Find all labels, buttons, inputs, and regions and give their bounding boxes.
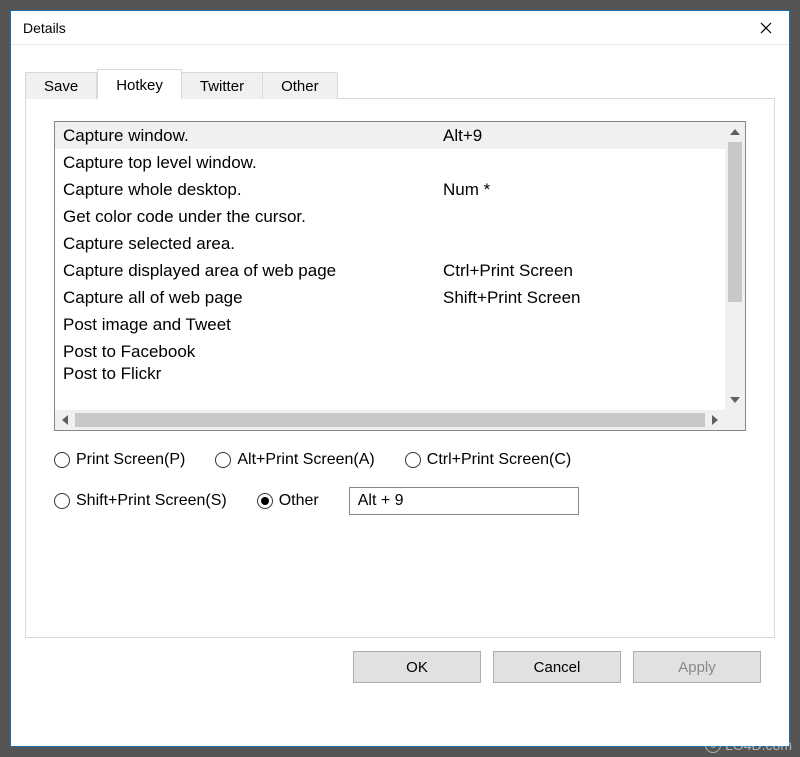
cancel-button[interactable]: Cancel (493, 651, 621, 683)
hotkey-radio-row1: Print Screen(P) Alt+Print Screen(A) Ctrl… (54, 451, 746, 469)
list-item[interactable]: Capture whole desktop. Num * (55, 176, 725, 203)
list-item[interactable]: Capture selected area. (55, 230, 725, 257)
list-item[interactable]: Post to Facebook (55, 338, 725, 365)
scroll-thumb[interactable] (728, 142, 742, 302)
scroll-down-icon[interactable] (725, 390, 745, 410)
radio-icon (257, 493, 273, 509)
close-button[interactable] (743, 11, 789, 44)
apply-button[interactable]: Apply (633, 651, 761, 683)
dialog-content: Save Hotkey Twitter Other Capture window… (11, 45, 789, 697)
scroll-thumb[interactable] (75, 413, 705, 427)
radio-icon (215, 452, 231, 468)
hotkey-input[interactable] (349, 487, 579, 515)
close-icon (760, 22, 772, 34)
radio-print-screen[interactable]: Print Screen(P) (54, 451, 185, 469)
radio-icon (54, 493, 70, 509)
hotkey-list-items: Capture window. Alt+9 Capture top level … (55, 122, 725, 410)
window-title: Details (23, 20, 66, 36)
dialog-button-row: OK Cancel Apply (25, 639, 775, 683)
list-item[interactable]: Post to Flickr (55, 365, 725, 383)
radio-alt-print-screen[interactable]: Alt+Print Screen(A) (215, 451, 374, 469)
list-item[interactable]: Capture top level window. (55, 149, 725, 176)
scroll-corner (725, 410, 745, 430)
tab-strip: Save Hotkey Twitter Other (25, 69, 775, 99)
radio-ctrl-print-screen[interactable]: Ctrl+Print Screen(C) (405, 451, 571, 469)
hotkey-radio-row2: Shift+Print Screen(S) Other (54, 487, 746, 515)
scroll-up-icon[interactable] (725, 122, 745, 142)
radio-icon (405, 452, 421, 468)
list-item[interactable]: Capture displayed area of web page Ctrl+… (55, 257, 725, 284)
tab-hotkey[interactable]: Hotkey (97, 69, 182, 100)
list-item[interactable]: Capture window. Alt+9 (55, 122, 725, 149)
tab-other[interactable]: Other (263, 72, 338, 99)
radio-other[interactable]: Other (257, 492, 319, 510)
tab-page-hotkey: Capture window. Alt+9 Capture top level … (25, 98, 775, 638)
list-item[interactable]: Get color code under the cursor. (55, 203, 725, 230)
scroll-left-icon[interactable] (55, 410, 75, 430)
list-item[interactable]: Capture all of web page Shift+Print Scre… (55, 284, 725, 311)
radio-icon (54, 452, 70, 468)
horizontal-scrollbar[interactable] (55, 410, 745, 430)
details-dialog: Details Save Hotkey Twitter Other (10, 10, 790, 747)
scroll-right-icon[interactable] (705, 410, 725, 430)
tab-twitter[interactable]: Twitter (182, 72, 263, 99)
ok-button[interactable]: OK (353, 651, 481, 683)
vertical-scrollbar[interactable] (725, 122, 745, 410)
titlebar: Details (11, 11, 789, 45)
tab-save[interactable]: Save (25, 72, 97, 99)
hotkey-listbox[interactable]: Capture window. Alt+9 Capture top level … (54, 121, 746, 431)
radio-shift-print-screen[interactable]: Shift+Print Screen(S) (54, 492, 227, 510)
list-item[interactable]: Post image and Tweet (55, 311, 725, 338)
